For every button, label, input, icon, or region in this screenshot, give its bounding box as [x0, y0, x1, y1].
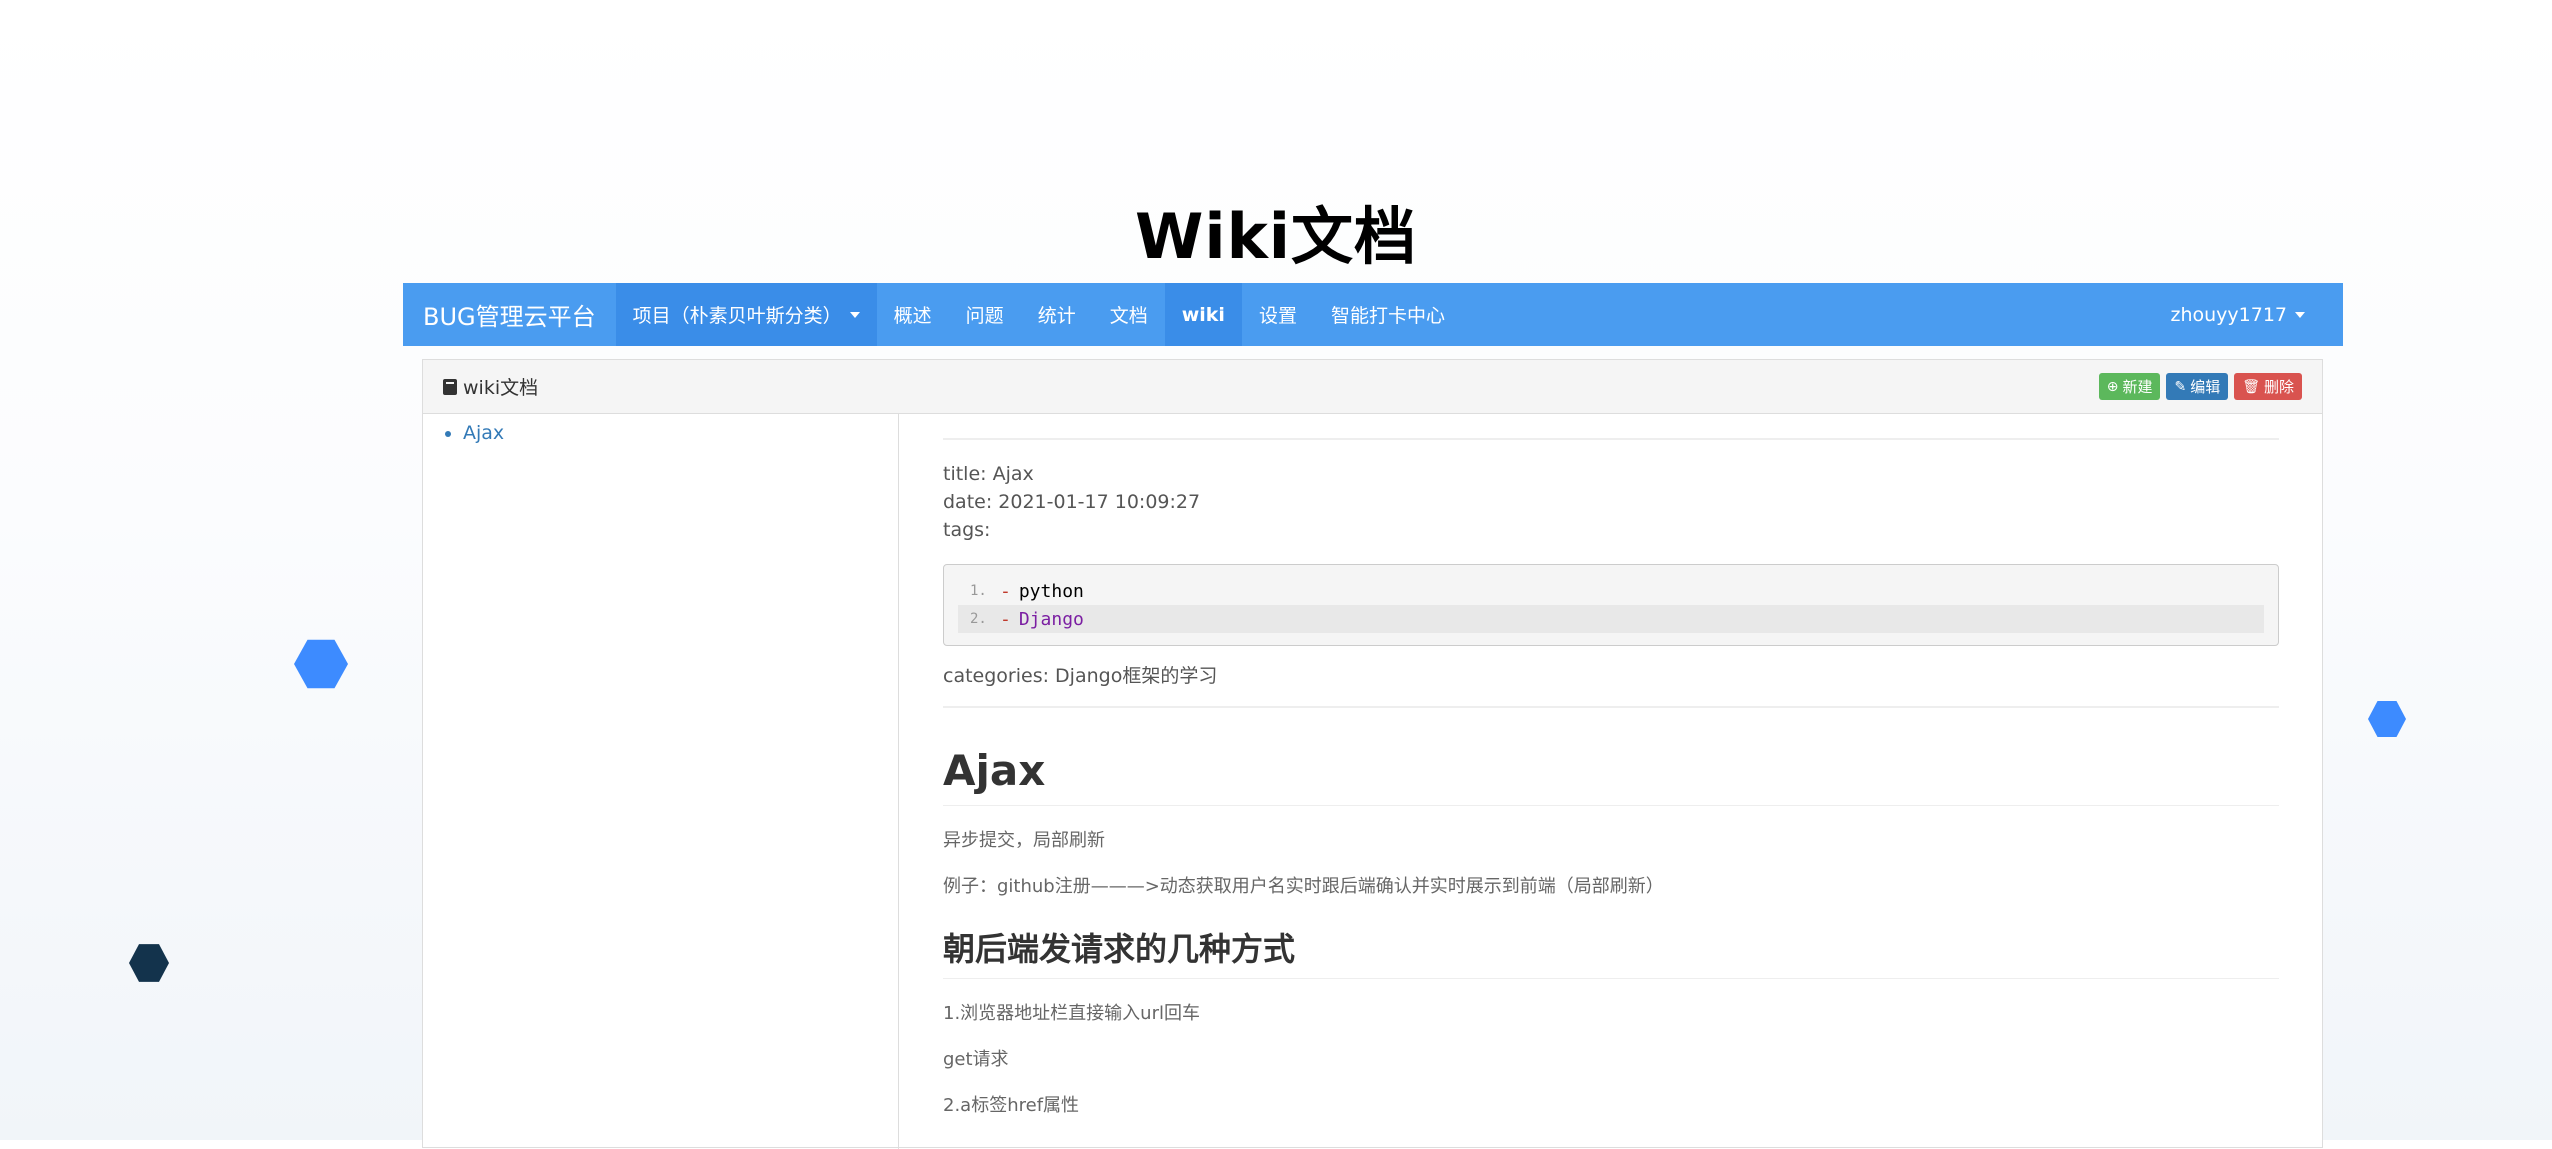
- code-text: python: [1018, 580, 1084, 602]
- book-icon: [443, 378, 457, 395]
- edit-icon: ✎: [2174, 378, 2187, 395]
- nav-item-wiki[interactable]: wiki: [1164, 283, 1242, 346]
- nav-item-checkin[interactable]: 智能打卡中心: [1314, 283, 1462, 346]
- divider: [943, 438, 2279, 440]
- code-text: Django: [1018, 608, 1084, 630]
- edit-button-label: 编辑: [2190, 378, 2221, 396]
- caret-down-icon: [2295, 311, 2305, 318]
- new-button[interactable]: ⊕ 新建: [2098, 373, 2161, 400]
- delete-button-label: 删除: [2263, 378, 2294, 396]
- panel-heading-title: wiki文档: [463, 377, 539, 399]
- content-paragraph: 2.a标签href属性: [943, 1095, 1080, 1116]
- content-paragraph: get请求: [943, 1049, 1009, 1070]
- wiki-tree-item[interactable]: Ajax: [463, 422, 878, 444]
- wiki-sidebar: Ajax: [423, 414, 899, 1149]
- panel-heading: wiki文档 ⊕ 新建 ✎ 编辑 🗑 删除: [423, 360, 2322, 414]
- divider: [943, 706, 2279, 708]
- trash-icon: 🗑: [2242, 378, 2260, 395]
- front-matter: title: Ajax date: 2021-01-17 10:09:27 ta…: [943, 460, 2279, 544]
- delete-button[interactable]: 🗑 删除: [2234, 373, 2302, 400]
- line-number: 1.: [970, 583, 987, 599]
- meta-date: date: 2021-01-17 10:09:27: [943, 491, 1201, 513]
- line-number: 2.: [970, 611, 987, 627]
- content-heading-1: Ajax: [943, 746, 2279, 806]
- navbar-brand[interactable]: BUG管理云平台: [403, 283, 616, 346]
- nav-item-overview[interactable]: 概述: [877, 283, 949, 346]
- content-paragraph: 例子：github注册———>动态获取用户名实时跟后端确认并实时展示到前端（局部…: [943, 876, 1664, 897]
- wiki-content: title: Ajax date: 2021-01-17 10:09:27 ta…: [943, 414, 2279, 1149]
- code-dash: -: [1000, 580, 1011, 602]
- content-paragraph: 异步提交，局部刷新: [943, 830, 1105, 851]
- user-name: zhouyy1717: [2170, 303, 2287, 326]
- code-block: 1. - python 2. - Django: [943, 564, 2279, 646]
- caret-down-icon: [849, 311, 860, 318]
- code-dash: -: [1000, 608, 1011, 630]
- new-button-label: 新建: [2122, 378, 2153, 396]
- wiki-tree: Ajax: [443, 422, 878, 444]
- wiki-panel: wiki文档 ⊕ 新建 ✎ 编辑 🗑 删除 Ajax title: Ajax d…: [422, 359, 2323, 1149]
- nav-item-label: 项目（朴素贝叶斯分类）: [632, 305, 842, 327]
- panel-actions: ⊕ 新建 ✎ 编辑 🗑 删除: [2098, 373, 2302, 400]
- code-line: 2. - Django: [958, 605, 2264, 633]
- nav-item-issues[interactable]: 问题: [949, 283, 1021, 346]
- meta-categories: categories: Django框架的学习: [943, 665, 1218, 687]
- edit-button[interactable]: ✎ 编辑: [2166, 373, 2229, 400]
- content-heading-2: 朝后端发请求的几种方式: [943, 924, 2279, 979]
- meta-tags: tags:: [943, 519, 991, 541]
- plus-circle-icon: ⊕: [2106, 378, 2119, 395]
- meta-title: title: Ajax: [943, 463, 1034, 485]
- user-menu[interactable]: zhouyy1717: [2170, 283, 2343, 346]
- page-title: Wiki文档: [1134, 200, 1418, 273]
- content-paragraph: 1.浏览器地址栏直接输入url回车: [943, 1003, 1200, 1024]
- code-line: 1. - python: [958, 577, 2264, 605]
- nav-item-project[interactable]: 项目（朴素贝叶斯分类）: [615, 283, 877, 346]
- nav-item-statistics[interactable]: 统计: [1021, 283, 1093, 346]
- nav-item-settings[interactable]: 设置: [1242, 283, 1314, 346]
- nav-item-docs[interactable]: 文档: [1093, 283, 1165, 346]
- navbar: BUG管理云平台 项目（朴素贝叶斯分类） 概述 问题 统计 文档 wiki 设置…: [403, 283, 2343, 346]
